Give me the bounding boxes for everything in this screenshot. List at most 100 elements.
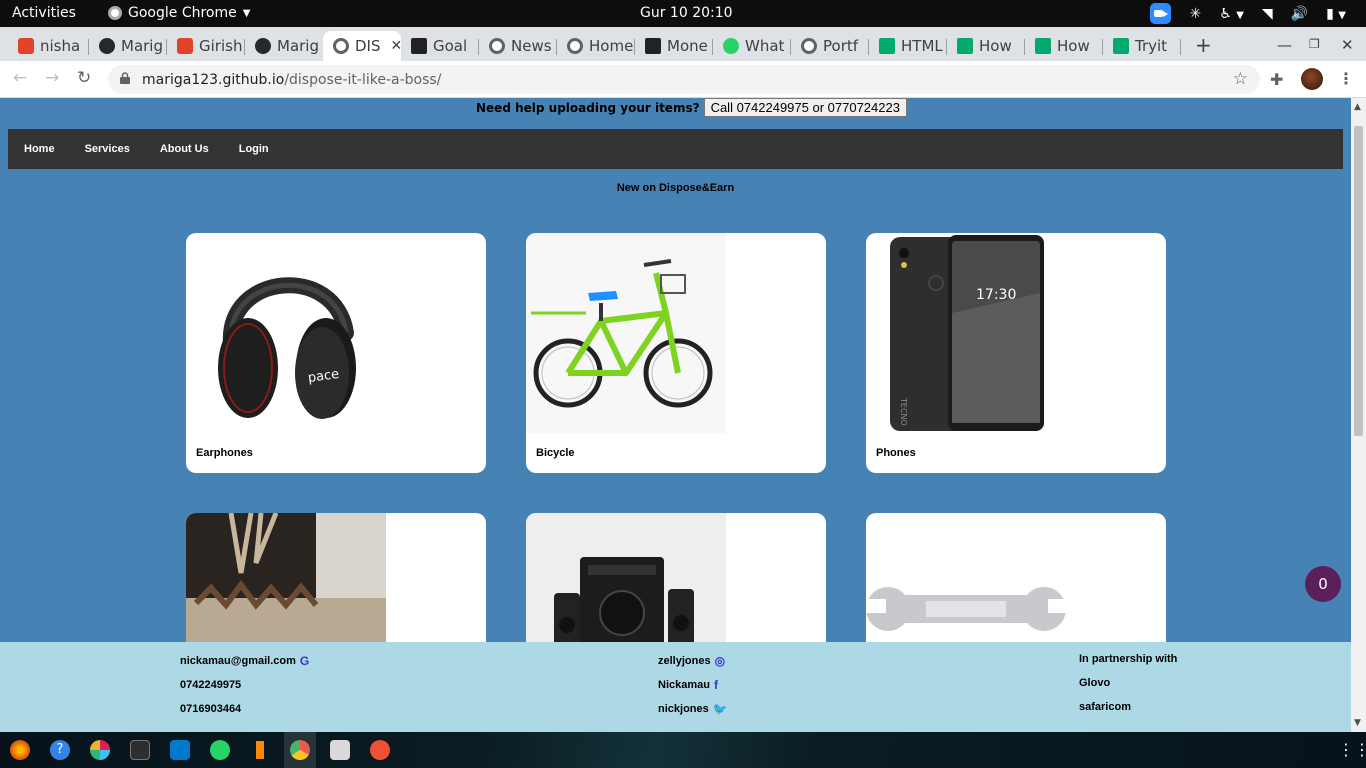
angular-icon	[645, 38, 661, 54]
w3schools-icon	[1113, 38, 1129, 54]
show-applications-icon[interactable]: ⋮⋮⋮	[1338, 740, 1366, 759]
phone-image: TECNO 17:30	[866, 233, 1066, 433]
scroll-up-arrow[interactable]: ▲	[1354, 102, 1361, 112]
angular-icon	[411, 38, 427, 54]
page-viewport: Need help uploading your items? Call 074…	[0, 98, 1351, 732]
footer-facebook: Nickamau	[658, 678, 710, 691]
system-top-bar: Activities Google Chrome ▼ Gur 10 20:10 …	[0, 0, 1366, 27]
tab[interactable]: Home	[557, 31, 635, 61]
whatsapp-icon	[723, 38, 739, 54]
product-card[interactable]: Bicycle	[526, 233, 826, 473]
globe-icon	[333, 38, 349, 54]
url-host: mariga123.github.io	[142, 71, 285, 88]
svg-text:TECNO: TECNO	[899, 397, 908, 426]
extensions-icon[interactable]: ✚	[1270, 70, 1283, 89]
w3schools-icon	[1035, 38, 1051, 54]
terminal-icon[interactable]	[130, 740, 150, 760]
close-icon[interactable]: ✕	[391, 38, 402, 54]
new-tab-button[interactable]: +	[1195, 33, 1212, 57]
site-navbar: Home Services About Us Login	[8, 129, 1343, 169]
tab[interactable]: Marig	[245, 31, 323, 61]
close-window-button[interactable]: ✕	[1341, 36, 1354, 54]
postman-icon[interactable]	[370, 740, 390, 760]
nav-login[interactable]: Login	[239, 143, 269, 155]
browser-toolbar: ← → ↻ mariga123.github.io/dispose-it-lik…	[0, 61, 1366, 98]
footer-twitter: nickjones	[658, 702, 709, 715]
w3schools-icon	[879, 38, 895, 54]
gitlab-icon	[18, 38, 34, 54]
globe-icon	[567, 38, 583, 54]
cart-count-badge[interactable]: 0	[1305, 566, 1341, 602]
tab[interactable]: nisha	[8, 31, 89, 61]
profile-avatar[interactable]	[1301, 68, 1323, 90]
nav-home[interactable]: Home	[24, 143, 55, 155]
volume-icon[interactable]: 🔊	[1291, 6, 1308, 22]
card-label: Phones	[876, 447, 916, 459]
tab[interactable]: What	[713, 31, 791, 61]
tab[interactable]: HTML	[869, 31, 947, 61]
tab[interactable]: Tryit	[1103, 31, 1181, 61]
bicycle-image	[526, 233, 726, 433]
product-card[interactable]: pace Earphones	[186, 233, 486, 473]
scroll-down-arrow[interactable]: ▼	[1354, 718, 1361, 728]
wifi-icon[interactable]: ◥	[1262, 6, 1273, 22]
app-menu[interactable]: Google Chrome ▼	[108, 5, 250, 21]
twitter-icon[interactable]: 🐦	[713, 702, 728, 716]
bookmark-star-icon[interactable]: ☆	[1233, 69, 1248, 89]
firefox-icon[interactable]	[10, 740, 30, 760]
tab[interactable]: Marig	[89, 31, 167, 61]
card-label: Bicycle	[536, 447, 575, 459]
instagram-icon[interactable]: ◎	[715, 654, 725, 668]
lock-icon	[120, 72, 130, 84]
chrome-icon[interactable]	[284, 732, 316, 768]
footer-partner: safaricom	[1079, 700, 1131, 713]
footer-partners-column: In partnership with Glovo safaricom	[1079, 652, 1177, 713]
footer-email: nickamau@gmail.com	[180, 654, 296, 667]
nav-services[interactable]: Services	[85, 143, 130, 155]
tab[interactable]: How	[1025, 31, 1103, 61]
card-label: Earphones	[196, 447, 253, 459]
whatsapp-icon[interactable]	[210, 740, 230, 760]
scrollbar-thumb[interactable]	[1354, 126, 1363, 436]
activities-button[interactable]: Activities	[12, 5, 76, 21]
tab[interactable]: Mone	[635, 31, 713, 61]
help-icon[interactable]: ?	[50, 740, 70, 760]
chrome-icon	[108, 6, 122, 20]
tab[interactable]: Portf	[791, 31, 869, 61]
system-tray[interactable]: ✳ ♿ ▼ ◥ 🔊 ▮ ▼	[1150, 3, 1346, 24]
nav-about-us[interactable]: About Us	[160, 143, 209, 155]
facebook-icon[interactable]: f	[714, 678, 718, 692]
accessibility-icon[interactable]: ♿ ▼	[1219, 6, 1244, 22]
clock[interactable]: Gur 10 20:10	[640, 5, 733, 21]
reload-button[interactable]: ↻	[77, 68, 91, 88]
vlc-icon[interactable]	[250, 740, 270, 760]
back-button[interactable]: ←	[13, 68, 27, 88]
globe-icon	[489, 38, 505, 54]
slack-icon[interactable]: ✳	[1189, 6, 1201, 22]
product-card[interactable]: TECNO 17:30 Phones	[866, 233, 1166, 473]
restore-button[interactable]: ❐	[1309, 37, 1320, 51]
github-icon	[255, 38, 271, 54]
globe-icon	[801, 38, 817, 54]
tab[interactable]: How	[947, 31, 1025, 61]
url-path: /dispose-it-like-a-boss/	[284, 71, 442, 88]
vscode-icon[interactable]	[170, 740, 190, 760]
tab-active[interactable]: DIS ✕	[323, 31, 401, 61]
battery-icon[interactable]: ▮ ▼	[1326, 6, 1346, 22]
tab[interactable]: Goal	[401, 31, 479, 61]
zoom-icon[interactable]	[1150, 3, 1172, 24]
menu-kebab-icon[interactable]: ⋮	[1338, 69, 1354, 88]
github-icon	[99, 38, 115, 54]
tab-strip: nisha Marig Girish Marig DIS ✕ Goal News …	[0, 27, 1366, 61]
files-icon[interactable]	[330, 740, 350, 760]
page-scrollbar[interactable]: ▲ ▼	[1351, 98, 1366, 732]
tab[interactable]: Girish	[167, 31, 245, 61]
google-icon[interactable]: G	[300, 654, 309, 668]
call-button[interactable]: Call 0742249975 or 0770724223	[703, 98, 907, 117]
address-bar[interactable]: mariga123.github.io/dispose-it-like-a-bo…	[108, 65, 1260, 94]
minimize-button[interactable]: —	[1277, 36, 1292, 54]
help-text: Need help uploading your items?	[476, 100, 700, 115]
slack-icon[interactable]	[90, 740, 110, 760]
tab[interactable]: News	[479, 31, 557, 61]
forward-button[interactable]: →	[45, 68, 59, 88]
